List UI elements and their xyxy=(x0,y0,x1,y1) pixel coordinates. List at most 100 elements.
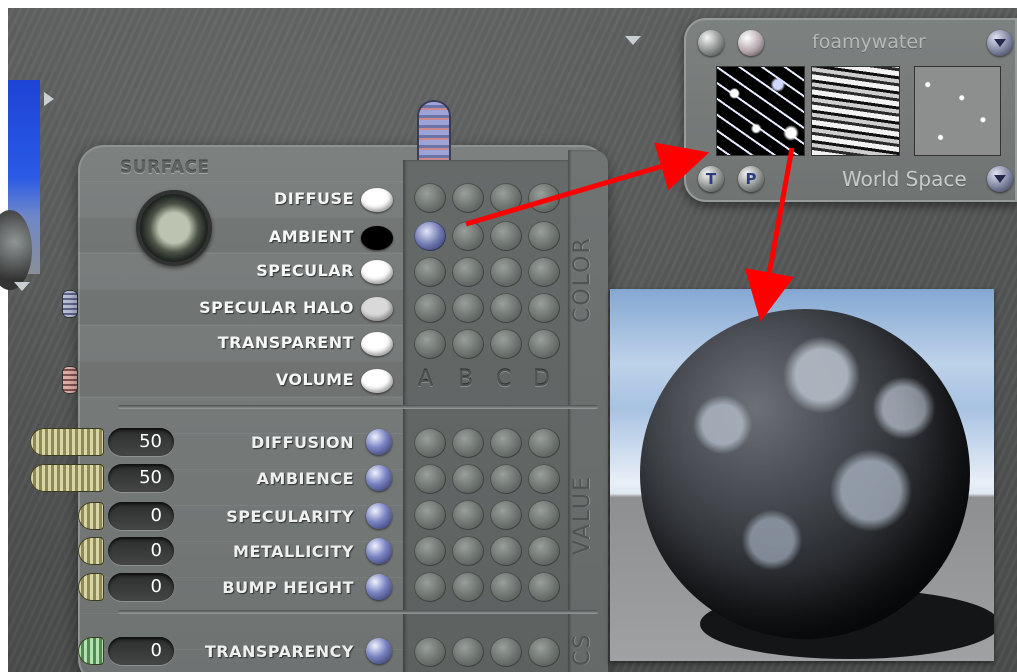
surface-preview-ball[interactable] xyxy=(136,190,212,266)
specularity-link-button[interactable] xyxy=(366,503,392,529)
texture-option-button[interactable] xyxy=(698,30,724,56)
channel-slot[interactable] xyxy=(528,183,560,213)
value-slider-handle[interactable] xyxy=(30,464,104,492)
texture-thumbnail-1[interactable] xyxy=(716,66,805,156)
channel-slot[interactable] xyxy=(490,637,522,667)
value-slider-handle[interactable] xyxy=(78,537,104,565)
channel-slot[interactable] xyxy=(452,500,484,530)
transparent-color-swatch[interactable] xyxy=(361,332,393,356)
ambient-color-swatch[interactable] xyxy=(361,226,393,250)
column-label-c: C xyxy=(496,367,512,392)
channel-slot[interactable] xyxy=(414,637,446,667)
texture-t-button[interactable]: T xyxy=(698,166,724,192)
channel-slot[interactable] xyxy=(490,428,522,458)
channel-slot[interactable] xyxy=(490,500,522,530)
channel-slot[interactable] xyxy=(452,329,484,359)
channel-label-volume: VOLUME xyxy=(275,370,354,389)
channel-slot[interactable] xyxy=(414,293,446,323)
panel-menu-arrow-icon[interactable] xyxy=(625,36,641,45)
linked-channel-slot[interactable] xyxy=(414,221,446,251)
channel-slot[interactable] xyxy=(452,464,484,494)
channel-slot[interactable] xyxy=(414,572,446,602)
diffusion-value-field[interactable]: 50 xyxy=(108,428,174,456)
channel-slot[interactable] xyxy=(490,536,522,566)
channel-slot[interactable] xyxy=(452,221,484,251)
left-edge xyxy=(0,0,8,672)
specular-color-swatch[interactable] xyxy=(361,260,393,284)
texture-name-dropdown-icon[interactable] xyxy=(987,30,1013,56)
section-divider xyxy=(118,405,598,409)
channel-slot[interactable] xyxy=(414,183,446,213)
collapse-left-arrow-icon[interactable] xyxy=(44,92,54,106)
value-slider-handle[interactable] xyxy=(78,637,104,665)
channel-slot[interactable] xyxy=(490,464,522,494)
channel-slot[interactable] xyxy=(414,464,446,494)
channel-slot[interactable] xyxy=(452,572,484,602)
surface-editor: SURFACE DIFFUSE AMBIENT SPECULAR SPECULA… xyxy=(0,0,1017,672)
texture-thumbnail-3[interactable] xyxy=(914,66,1001,156)
channel-slot[interactable] xyxy=(528,257,560,287)
value-slider-handle[interactable] xyxy=(78,573,104,601)
channel-slot[interactable] xyxy=(452,637,484,667)
channel-slot[interactable] xyxy=(414,428,446,458)
texture-space-dropdown-icon[interactable] xyxy=(987,166,1013,192)
channel-slot[interactable] xyxy=(490,329,522,359)
channel-slot[interactable] xyxy=(528,293,560,323)
ambience-value-field[interactable]: 50 xyxy=(108,464,174,492)
channel-slot[interactable] xyxy=(452,536,484,566)
diffusion-label: DIFFUSION xyxy=(250,433,354,452)
channel-slot[interactable] xyxy=(452,257,484,287)
metallicity-label: METALLICITY xyxy=(233,542,354,561)
connector-plug-icon[interactable] xyxy=(62,290,78,318)
texture-thumbnail-2[interactable] xyxy=(811,66,900,156)
channel-slot[interactable] xyxy=(528,637,560,667)
channel-slot[interactable] xyxy=(414,500,446,530)
channel-slot[interactable] xyxy=(528,464,560,494)
diffuse-color-swatch[interactable] xyxy=(361,188,393,212)
specularity-value-field[interactable]: 0 xyxy=(108,502,174,530)
transparency-label: TRANSPARENCY xyxy=(204,642,354,661)
column-label-d: D xyxy=(533,367,550,392)
value-slider-handle[interactable] xyxy=(30,428,104,456)
metallicity-link-button[interactable] xyxy=(366,538,392,564)
bump-height-value-field[interactable]: 0 xyxy=(108,573,174,601)
section-divider xyxy=(118,610,598,614)
channel-slot[interactable] xyxy=(528,536,560,566)
channel-slot[interactable] xyxy=(414,257,446,287)
specular-halo-color-swatch[interactable] xyxy=(361,297,393,321)
channel-slot[interactable] xyxy=(414,536,446,566)
top-connector-plug[interactable] xyxy=(417,100,451,166)
channel-slot[interactable] xyxy=(528,572,560,602)
value-section-label: VALUE xyxy=(570,475,595,555)
top-edge xyxy=(0,0,1017,8)
ambience-link-button[interactable] xyxy=(366,465,392,491)
texture-option-button[interactable] xyxy=(738,30,764,56)
channel-slot[interactable] xyxy=(528,500,560,530)
channel-slot[interactable] xyxy=(452,293,484,323)
volume-color-swatch[interactable] xyxy=(361,369,393,393)
channel-slot[interactable] xyxy=(490,572,522,602)
channel-slot[interactable] xyxy=(414,329,446,359)
transparency-value-field[interactable]: 0 xyxy=(108,637,174,665)
metallicity-value-field[interactable]: 0 xyxy=(108,537,174,565)
ambience-label: AMBIENCE xyxy=(256,469,354,488)
channel-slot[interactable] xyxy=(528,329,560,359)
channel-slot[interactable] xyxy=(490,183,522,213)
connector-plug-icon[interactable] xyxy=(62,366,78,394)
channel-slot[interactable] xyxy=(452,428,484,458)
channel-label-specular-halo: SPECULAR HALO xyxy=(199,298,354,317)
texture-p-button[interactable]: P xyxy=(738,166,764,192)
expand-down-arrow-icon[interactable] xyxy=(14,282,30,291)
channel-slot[interactable] xyxy=(528,428,560,458)
rendered-sphere xyxy=(640,309,970,639)
channel-slot[interactable] xyxy=(490,293,522,323)
channel-slot[interactable] xyxy=(490,221,522,251)
diffusion-link-button[interactable] xyxy=(366,429,392,455)
bump-height-link-button[interactable] xyxy=(366,574,392,600)
value-slider-handle[interactable] xyxy=(78,502,104,530)
column-label-a: A xyxy=(418,367,434,392)
channel-slot[interactable] xyxy=(452,183,484,213)
channel-slot[interactable] xyxy=(490,257,522,287)
channel-slot[interactable] xyxy=(528,221,560,251)
transparency-link-button[interactable] xyxy=(366,638,392,664)
